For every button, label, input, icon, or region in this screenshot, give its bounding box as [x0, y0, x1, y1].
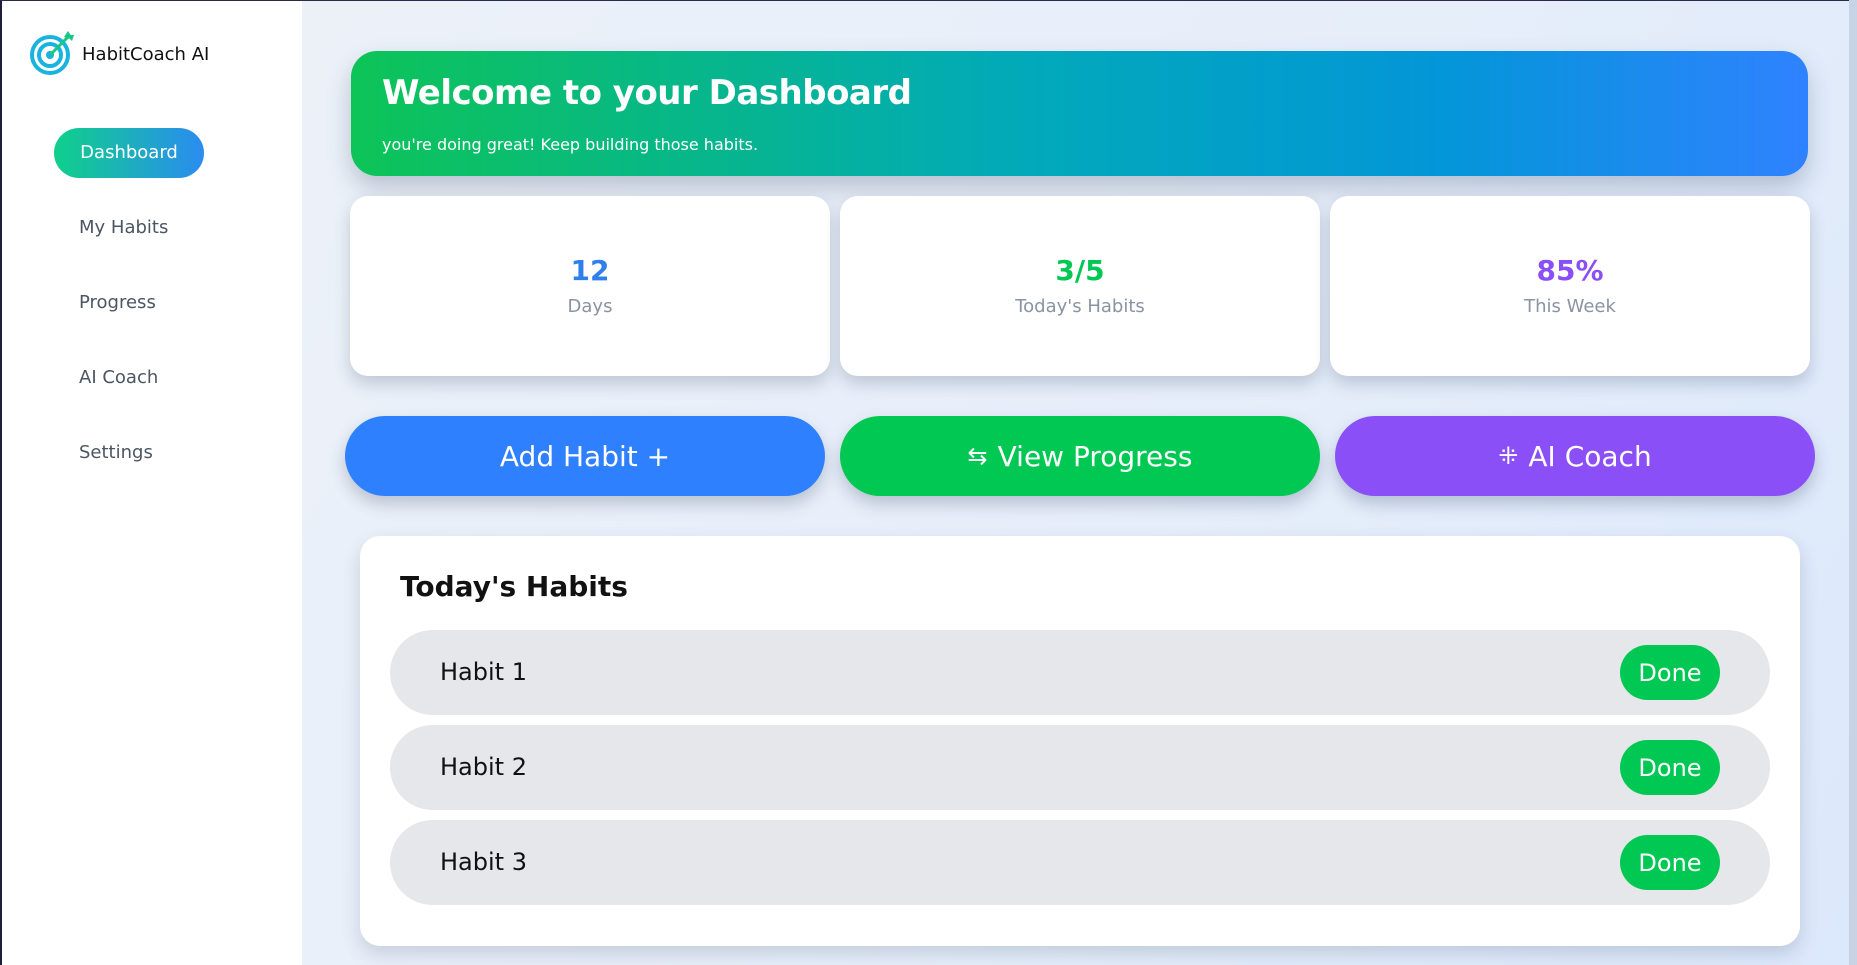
done-button[interactable]: Done — [1620, 835, 1720, 890]
view-progress-button[interactable]: ⇆ View Progress — [840, 416, 1320, 496]
sidebar-item-ai-coach[interactable]: AI Coach — [54, 353, 183, 403]
habit-row: Habit 3 Done — [390, 820, 1770, 905]
stat-label: Days — [567, 296, 613, 317]
stat-card-days: 12 Days — [350, 196, 830, 376]
ai-coach-button[interactable]: ⁜ AI Coach — [1335, 416, 1815, 496]
habit-row: Habit 2 Done — [390, 725, 1770, 810]
stat-label: Today's Habits — [1015, 296, 1145, 317]
swap-arrows-icon: ⇆ — [967, 442, 988, 470]
done-button[interactable]: Done — [1620, 645, 1720, 700]
stat-label: This Week — [1524, 296, 1616, 317]
sidebar-item-my-habits[interactable]: My Habits — [54, 203, 193, 253]
stat-value: 85% — [1536, 254, 1604, 287]
todays-habits-panel: Today's Habits Habit 1 Done Habit 2 Done… — [360, 536, 1800, 946]
view-progress-label: View Progress — [997, 439, 1193, 473]
page-scrollbar[interactable] — [1849, 0, 1857, 965]
sparkle-dots-icon: ⁜ — [1498, 442, 1519, 470]
stat-card-this-week: 85% This Week — [1330, 196, 1810, 376]
done-button[interactable]: Done — [1620, 740, 1720, 795]
target-arrow-icon — [28, 27, 78, 81]
welcome-subtitle: you're doing great! Keep building those … — [382, 135, 759, 154]
sidebar-item-dashboard[interactable]: Dashboard — [54, 128, 204, 178]
sidebar-item-progress[interactable]: Progress — [54, 278, 181, 328]
habit-row: Habit 1 Done — [390, 630, 1770, 715]
stat-value: 12 — [570, 254, 610, 287]
add-habit-label: Add Habit + — [499, 439, 671, 473]
sidebar-item-settings[interactable]: Settings — [54, 428, 178, 478]
habit-name: Habit 2 — [440, 753, 527, 781]
habit-name: Habit 3 — [440, 848, 527, 876]
stat-value: 3/5 — [1055, 254, 1105, 287]
app-name: HabitCoach AI — [82, 43, 210, 65]
panel-title: Today's Habits — [400, 570, 628, 603]
welcome-banner: Welcome to your Dashboard you're doing g… — [351, 51, 1808, 176]
stat-card-todays-habits: 3/5 Today's Habits — [840, 196, 1320, 376]
add-habit-button[interactable]: Add Habit + — [345, 416, 825, 496]
ai-coach-label: AI Coach — [1528, 439, 1652, 473]
brand[interactable]: HabitCoach AI — [28, 27, 209, 81]
habit-name: Habit 1 — [440, 658, 527, 686]
welcome-title: Welcome to your Dashboard — [382, 73, 912, 113]
sidebar: HabitCoach AI Dashboard My Habits Progre… — [0, 1, 302, 965]
